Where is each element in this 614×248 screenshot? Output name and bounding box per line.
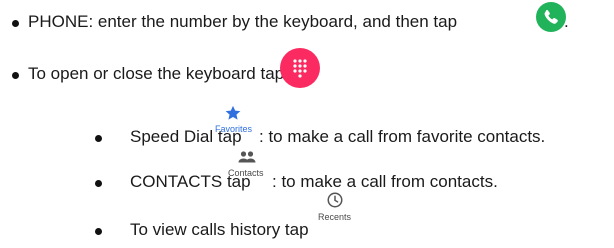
phone-icon[interactable] — [536, 2, 566, 32]
people-icon[interactable] — [237, 150, 257, 164]
clock-icon[interactable] — [326, 191, 344, 209]
recents-label: Recents — [318, 212, 352, 222]
bullet-dot — [95, 135, 102, 142]
favorites-label: Favorites — [215, 124, 253, 134]
bullet-dot — [95, 228, 102, 235]
dialpad-icon[interactable] — [280, 48, 320, 88]
contacts-label: Contacts — [228, 168, 264, 178]
bullet-dot — [12, 20, 19, 27]
star-icon[interactable] — [224, 104, 242, 122]
bullet-text: PHONE: enter the number by the keyboard,… — [28, 12, 458, 31]
subitem-prefix: To view calls history tap — [130, 220, 309, 239]
bullet-dot — [95, 180, 102, 187]
subitem-suffix: : to make a call from contacts. — [272, 172, 498, 191]
trailing-period: . — [564, 12, 569, 31]
bullet-text: To open or close the keyboard tap — [28, 64, 285, 83]
bullet-dot — [12, 72, 19, 79]
subitem-suffix: : to make a call from favorite contacts. — [259, 127, 546, 146]
